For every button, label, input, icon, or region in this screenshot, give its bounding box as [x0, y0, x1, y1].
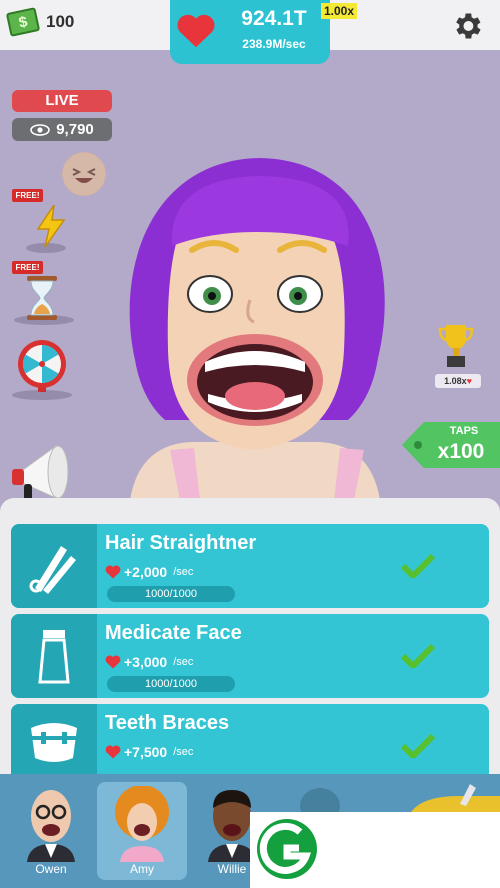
checkmark-icon: [401, 734, 435, 758]
trophy-icon[interactable]: [437, 323, 475, 369]
upgrade-card[interactable]: Medicate Face +3,000 /sec 1000/1000: [11, 614, 489, 698]
patient-owen[interactable]: Owen: [6, 782, 96, 880]
viewer-count-value: 9,790: [56, 121, 94, 138]
card-icon-box: [11, 614, 97, 698]
hearts-rate: 238.9M/sec: [242, 37, 306, 51]
trophy-multiplier-value: 1.08x: [444, 376, 467, 386]
card-progress: 1000/1000: [107, 586, 235, 602]
card-rate: +3,000 /sec: [105, 654, 193, 670]
patient-name: Amy: [130, 862, 154, 876]
viewer-count: 9,790: [12, 118, 112, 141]
cream-tube-icon: [38, 630, 70, 684]
hourglass-icon[interactable]: [24, 276, 60, 320]
upgrade-panel: Hair Straightner +2,000 /sec 1000/1000 M…: [0, 498, 500, 774]
laughing-face-icon[interactable]: [62, 152, 106, 196]
card-rate-unit: /sec: [173, 656, 194, 668]
live-badge: LIVE: [12, 90, 112, 112]
upgrade-card[interactable]: Teeth Braces +7,500 /sec: [11, 704, 489, 774]
card-icon-box: [11, 704, 97, 774]
card-rate: +2,000 /sec: [105, 564, 193, 580]
patient-avatar: [115, 786, 169, 862]
g-logo-icon: [257, 819, 317, 879]
card-progress: 1000/1000: [107, 676, 235, 692]
hearts-total: 924.1T: [241, 7, 307, 30]
taps-label: TAPS: [449, 425, 479, 437]
card-title: Teeth Braces: [105, 712, 230, 734]
patient-avatar: [27, 790, 75, 862]
multiplier-badge: 1.00x: [321, 3, 358, 19]
heart-icon: [177, 14, 215, 48]
gear-icon[interactable]: [450, 9, 484, 43]
lightning-bolt-icon[interactable]: [34, 205, 68, 247]
hair-straightener-icon: [29, 546, 76, 594]
card-title: Hair Straightner: [105, 532, 257, 554]
patient-character[interactable]: [110, 150, 400, 500]
watermark-logo: [250, 812, 500, 888]
free-tag: FREE!: [12, 261, 43, 274]
heart-icon: [105, 655, 121, 669]
locked-patients-preview: [300, 784, 500, 814]
money-bill-icon: $: [5, 7, 41, 37]
heart-icon: [105, 565, 121, 579]
trophy-multiplier: 1.08x♥: [435, 374, 481, 388]
cash-display: $ 100: [5, 7, 75, 37]
checkmark-icon: [401, 644, 435, 668]
heart-icon: ♥: [466, 376, 472, 386]
patient-name: Owen: [35, 862, 67, 876]
upgrade-card[interactable]: Hair Straightner +2,000 /sec 1000/1000: [11, 524, 489, 608]
hearts-panel: 924.1T 238.9M/sec: [170, 0, 330, 64]
card-rate-unit: /sec: [173, 566, 194, 578]
card-rate-value: +3,000: [124, 654, 168, 670]
card-rate-value: +2,000: [124, 564, 168, 580]
card-icon-box: [11, 524, 97, 608]
card-rate-unit: /sec: [173, 746, 194, 758]
checkmark-icon: [401, 554, 435, 578]
card-rate-value: +7,500: [124, 744, 168, 760]
eye-icon: [30, 123, 51, 136]
prize-wheel-icon[interactable]: [16, 338, 68, 396]
cash-value: 100: [46, 12, 75, 31]
heart-icon: [105, 745, 121, 759]
braces-icon: [29, 723, 79, 762]
patient-amy[interactable]: Amy: [97, 782, 187, 880]
taps-count: x100: [437, 440, 485, 463]
card-title: Medicate Face: [105, 622, 242, 644]
card-rate: +7,500 /sec: [105, 744, 193, 760]
free-tag: FREE!: [12, 189, 43, 202]
